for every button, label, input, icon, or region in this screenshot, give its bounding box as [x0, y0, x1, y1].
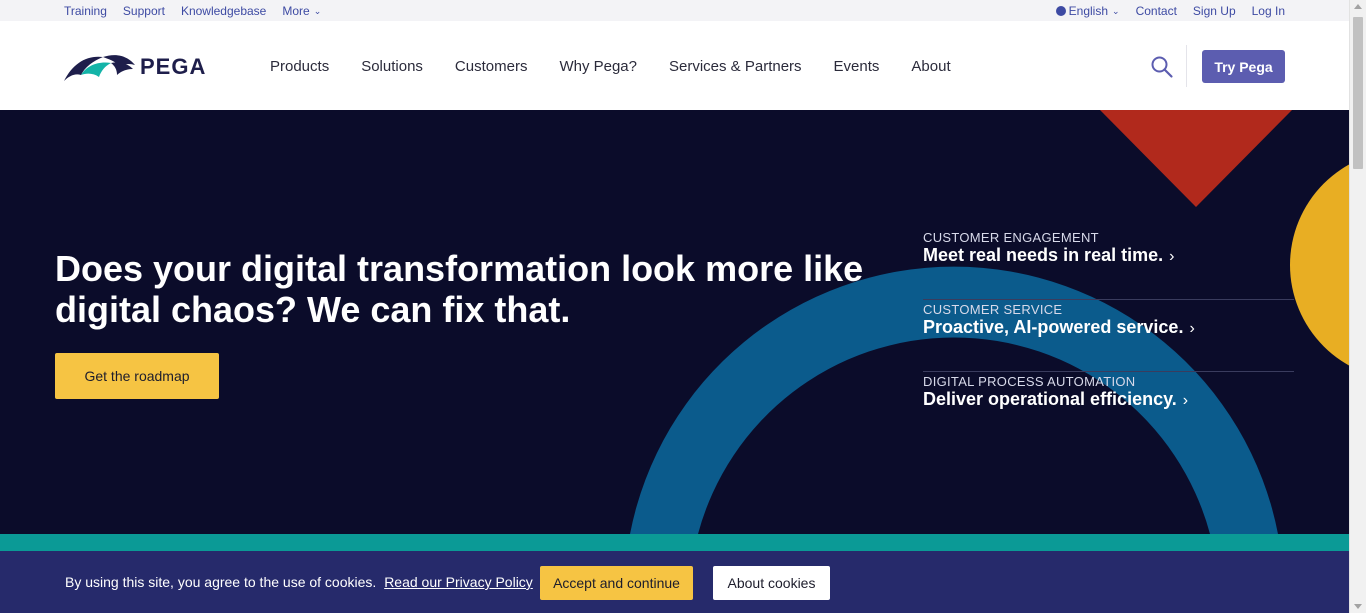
hero-headline: Does your digital transformation look mo…	[55, 248, 864, 330]
about-cookies-button[interactable]: About cookies	[713, 566, 830, 600]
topic-item: CUSTOMER SERVICE Proactive, AI-powered s…	[923, 300, 1294, 372]
cookie-message: By using this site, you agree to the use…	[65, 574, 533, 590]
cookie-banner: By using this site, you agree to the use…	[0, 551, 1349, 613]
accept-cookies-button[interactable]: Accept and continue	[540, 566, 693, 600]
topic-link-text: Deliver operational efficiency.	[923, 389, 1177, 409]
topic-link[interactable]: Meet real needs in real time. ›	[923, 245, 1174, 265]
chevron-right-icon: ›	[1169, 248, 1175, 265]
scroll-down-arrow-icon[interactable]	[1354, 604, 1362, 609]
utility-more-label: More	[282, 4, 310, 18]
topic-link[interactable]: Proactive, AI-powered service. ›	[923, 317, 1195, 337]
topic-label: CUSTOMER SERVICE	[923, 302, 1063, 317]
utility-link-support[interactable]: Support	[123, 4, 165, 18]
topic-label: DIGITAL PROCESS AUTOMATION	[923, 374, 1136, 389]
get-roadmap-button[interactable]: Get the roadmap	[55, 353, 219, 399]
chevron-right-icon: ›	[1182, 392, 1189, 409]
utility-more-menu[interactable]: More ⌄	[282, 4, 321, 18]
utility-link-knowledgebase[interactable]: Knowledgebase	[181, 4, 266, 18]
topic-item: CUSTOMER ENGAGEMENT Meet real needs in r…	[923, 228, 1294, 300]
search-button[interactable]	[1150, 55, 1174, 79]
utility-nav-right: English ⌄ Contact Sign Up Log In	[1055, 4, 1285, 18]
nav-item-about[interactable]: About	[911, 58, 950, 75]
nav-item-events[interactable]: Events	[834, 58, 880, 75]
nav-item-customers[interactable]: Customers	[455, 58, 528, 75]
main-nav: Products Solutions Customers Why Pega? S…	[270, 58, 951, 75]
scroll-up-arrow-icon[interactable]	[1354, 4, 1362, 9]
utility-link-sign-up[interactable]: Sign Up	[1193, 4, 1236, 18]
nav-item-services-partners[interactable]: Services & Partners	[669, 58, 802, 75]
utility-nav-left: Training Support Knowledgebase More ⌄	[64, 4, 321, 18]
utility-bar: Training Support Knowledgebase More ⌄ Eng…	[0, 0, 1349, 21]
topic-item: DIGITAL PROCESS AUTOMATION Deliver opera…	[923, 372, 1294, 444]
topic-link[interactable]: Deliver operational efficiency. ›	[923, 389, 1188, 409]
scrollbar-thumb[interactable]	[1353, 17, 1363, 169]
nav-item-why-pega[interactable]: Why Pega?	[559, 58, 637, 75]
utility-link-training[interactable]: Training	[64, 4, 107, 18]
yellow-circle-shape	[1290, 164, 1349, 366]
utility-link-log-in[interactable]: Log In	[1252, 4, 1285, 18]
language-label: English	[1068, 4, 1109, 18]
globe-icon	[1055, 6, 1066, 16]
chevron-down-icon: ⌄	[313, 6, 322, 16]
topic-link-text: Proactive, AI-powered service.	[923, 317, 1184, 337]
logo-wordmark: PEGA	[140, 54, 207, 79]
header-divider	[1186, 45, 1187, 87]
red-triangle-shape	[1100, 110, 1292, 207]
utility-link-contact[interactable]: Contact	[1136, 4, 1177, 18]
chevron-right-icon: ›	[1189, 320, 1195, 337]
topic-label: CUSTOMER ENGAGEMENT	[923, 230, 1099, 245]
topic-list: CUSTOMER ENGAGEMENT Meet real needs in r…	[923, 228, 1294, 444]
topic-link-text: Meet real needs in real time.	[923, 245, 1164, 265]
pega-logo-mark-icon	[64, 55, 135, 81]
try-pega-button[interactable]: Try Pega	[1202, 50, 1285, 83]
search-icon	[1151, 56, 1173, 78]
main-header: PEGA Products Solutions Customers Why Pe…	[0, 21, 1349, 110]
privacy-policy-link[interactable]: Read our Privacy Policy	[384, 574, 533, 590]
page-scrollbar[interactable]	[1349, 0, 1366, 613]
nav-item-solutions[interactable]: Solutions	[361, 58, 423, 75]
cookie-text: By using this site, you agree to the use…	[65, 574, 377, 590]
teal-strip	[0, 534, 1349, 551]
chevron-down-icon: ⌄	[1112, 6, 1120, 16]
pega-logo[interactable]: PEGA	[63, 49, 213, 85]
nav-item-products[interactable]: Products	[270, 58, 329, 75]
language-selector[interactable]: English ⌄	[1055, 4, 1120, 18]
hero-section: Does your digital transformation look mo…	[0, 110, 1349, 534]
